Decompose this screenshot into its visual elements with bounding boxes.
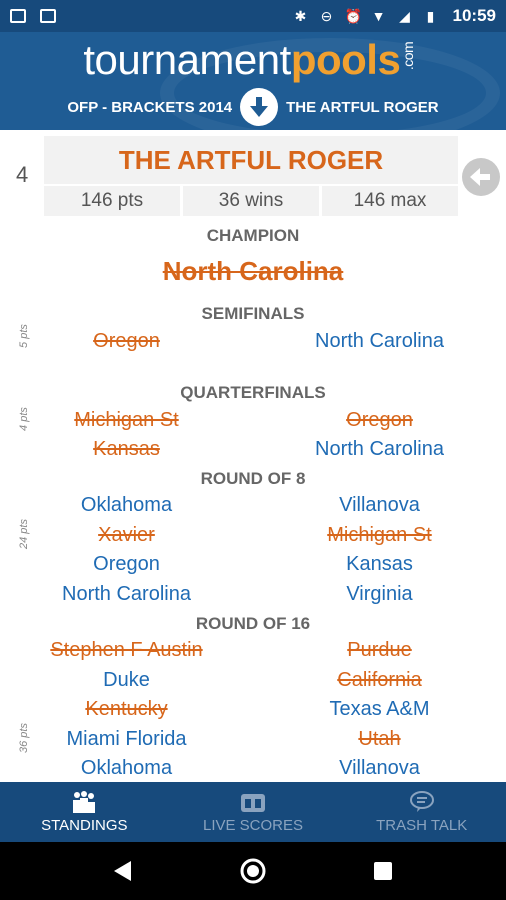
champion-title: CHAMPION — [206, 226, 300, 245]
tab-live-scores[interactable]: LIVE SCORES — [169, 782, 338, 842]
back-triangle-icon[interactable] — [113, 860, 133, 882]
round-of-8-title: ROUND OF 8 — [200, 469, 306, 488]
scoreboard-icon — [240, 791, 266, 813]
champion-team: North Carolina — [162, 256, 344, 286]
system-navigation-bar — [0, 842, 506, 900]
tab-standings[interactable]: STANDINGS — [0, 782, 169, 842]
entry-points: 146 pts — [44, 186, 180, 216]
round-of-16-pick: California — [337, 669, 422, 691]
logo-text-com: .com — [400, 41, 417, 71]
arrow-left-icon — [470, 168, 490, 186]
tab-live-scores-label: LIVE SCORES — [202, 816, 304, 834]
tab-trash-talk[interactable]: TRASH TALK — [337, 782, 506, 842]
standings-icon — [70, 790, 98, 813]
round-of-8-pick: Xavier — [98, 524, 155, 546]
round-of-16-pick: Oklahoma — [80, 757, 173, 779]
recent-apps-square-icon[interactable] — [373, 861, 393, 881]
round-of-16-title: ROUND OF 16 — [195, 614, 311, 633]
entry-stats: 146 pts 36 wins 146 max — [44, 186, 458, 216]
wifi-icon: ▼ — [371, 8, 386, 24]
pool-name[interactable]: OFP - BRACKETS 2014 — [67, 99, 232, 116]
home-circle-icon[interactable] — [239, 857, 267, 885]
app-header: tournamentpools.com OFP - BRACKETS 2014 … — [0, 32, 506, 130]
quarterfinals-title: QUARTERFINALS — [180, 383, 326, 402]
do-not-disturb-icon: ⊖ — [320, 8, 333, 24]
quarterfinal-pick: North Carolina — [315, 438, 444, 460]
semifinal-pick: Oregon — [93, 330, 160, 352]
logo-text-tournament: tournament — [83, 36, 291, 83]
entry-max: 146 max — [322, 186, 458, 216]
semifinal-pick: North Carolina — [315, 330, 444, 352]
battery-icon: ▮ — [426, 8, 435, 24]
round-of-16-pick: Texas A&M — [329, 698, 430, 720]
round-of-8-pick: Kansas — [346, 553, 413, 575]
round-of-8-pick: Oregon — [93, 553, 160, 575]
entry-title: THE ARTFUL ROGER — [44, 136, 458, 184]
quarterfinal-pick: Michigan St — [74, 409, 179, 431]
alarm-icon: ⏰ — [344, 8, 362, 24]
round-of-16-pick: Purdue — [347, 639, 412, 661]
round-of-8-pick: Michigan St — [327, 524, 432, 546]
bottom-navigation: STANDINGS LIVE SCORES TRASH TALK — [0, 782, 506, 842]
entry-wins: 36 wins — [183, 186, 319, 216]
bluetooth-icon: ✱ — [294, 8, 307, 24]
message-notification-icon — [10, 9, 26, 23]
round-of-8-pick: Oklahoma — [80, 494, 173, 516]
status-time: 10:59 — [452, 6, 496, 25]
bracket-content[interactable]: 4 THE ARTFUL ROGER 146 pts 36 wins 146 m… — [0, 130, 506, 782]
app-logo: tournamentpools.com — [0, 36, 506, 84]
entry-name-header[interactable]: THE ARTFUL ROGER — [286, 99, 439, 116]
status-bar: ✱ ⊖ ⏰ ▼ ◢ ▮ 10:59 — [0, 0, 506, 32]
round-of-8-pick: Virginia — [346, 583, 413, 605]
entry-rank: 4 — [16, 162, 29, 187]
quarterfinal-pick: Kansas — [93, 438, 160, 460]
tab-standings-label: STANDINGS — [41, 816, 128, 834]
quarterfinal-pick: Oregon — [346, 409, 413, 431]
round-of-16-pick: Duke — [103, 669, 150, 691]
semifinals-title: SEMIFINALS — [201, 304, 305, 323]
round-of-16-pick: Kentucky — [85, 698, 168, 720]
round-of-16-pick: Utah — [358, 728, 401, 750]
arrow-down-icon — [250, 97, 269, 117]
round-of-16-pick: Villanova — [339, 757, 420, 779]
round-of-16-pick: Miami Florida — [66, 728, 187, 750]
round-of-16-pick: Stephen F Austin — [50, 639, 203, 661]
round-of-8-pick: Villanova — [339, 494, 420, 516]
signal-icon: ◢ — [399, 8, 410, 24]
pool-selector-row: OFP - BRACKETS 2014 THE ARTFUL ROGER — [0, 88, 506, 126]
round-of-8-pick: North Carolina — [62, 583, 191, 605]
image-notification-icon — [40, 9, 56, 23]
pool-dropdown-button[interactable] — [240, 88, 279, 126]
logo-text-pools: pools — [290, 36, 401, 83]
tab-trash-talk-label: TRASH TALK — [376, 816, 468, 834]
back-button[interactable] — [462, 158, 500, 196]
chat-bubble-icon — [409, 790, 435, 813]
